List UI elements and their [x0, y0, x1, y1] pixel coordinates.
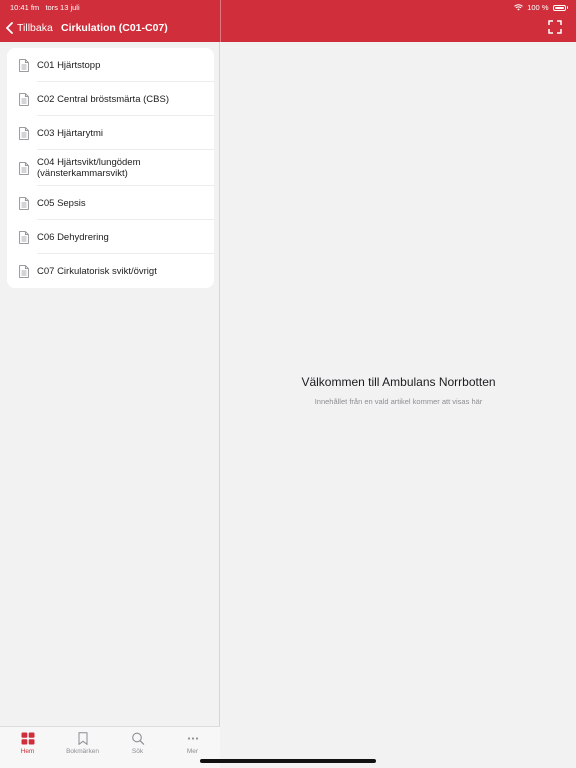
chevron-left-icon	[6, 22, 13, 34]
tab-grid[interactable]: Hem	[0, 727, 55, 768]
welcome-title: Välkommen till Ambulans Norrbotten	[301, 375, 496, 389]
list-item-label: C02 Central bröstsmärta (CBS)	[37, 93, 169, 105]
list-item-label: C07 Cirkulatorisk svikt/övrigt	[37, 265, 157, 277]
sidebar: C01 Hjärtstopp C02 Central bröstsmärta (C…	[0, 42, 220, 768]
document-icon	[19, 230, 29, 244]
document-icon	[19, 196, 29, 210]
battery-percent: 100 %	[527, 3, 549, 12]
home-indicator[interactable]	[200, 759, 376, 763]
list-item-label: C06 Dehydrering	[37, 231, 109, 243]
document-icon	[19, 161, 29, 175]
list-item[interactable]: C07 Cirkulatorisk svikt/övrigt	[7, 254, 214, 288]
bookmark-icon	[76, 732, 90, 748]
page-title: Cirkulation (C01-C07)	[61, 22, 168, 34]
list-item-label: C01 Hjärtstopp	[37, 59, 101, 71]
list-item[interactable]: C04 Hjärtsvikt/lungödem (vänsterkammarsv…	[7, 150, 214, 186]
list-item-label: C05 Sepsis	[37, 197, 86, 209]
status-date-text: tors 13 juli	[45, 3, 80, 12]
list-item[interactable]: C02 Central bröstsmärta (CBS)	[7, 82, 214, 116]
document-icon	[19, 92, 29, 106]
welcome-subtitle: Innehållet från en vald artikel kommer a…	[314, 397, 483, 406]
back-label: Tillbaka	[17, 22, 53, 34]
tab-label: Bokmärken	[66, 748, 99, 755]
tab-bookmark[interactable]: Bokmärken	[55, 727, 110, 768]
fullscreen-icon	[548, 20, 562, 34]
list-item[interactable]: C06 Dehydrering	[7, 220, 214, 254]
tab-bar: Hem Bokmärken Sök Mer	[0, 726, 220, 768]
document-icon	[19, 126, 29, 140]
tab-search[interactable]: Sök	[110, 727, 165, 768]
document-icon	[19, 264, 29, 278]
list-item[interactable]: C01 Hjärtstopp	[7, 48, 214, 82]
grid-icon	[21, 732, 35, 748]
battery-tip	[566, 6, 568, 9]
detail-pane: Välkommen till Ambulans Norrbotten Inneh…	[221, 42, 576, 768]
list-item-label: C04 Hjärtsvikt/lungödem (vänsterkammarsv…	[37, 157, 141, 179]
header-divider	[220, 0, 221, 42]
header-bar: 10:41 fm tors 13 juli 100 % Tillbaka Cir…	[0, 0, 576, 42]
more-icon	[186, 732, 200, 748]
article-list: C01 Hjärtstopp C02 Central bröstsmärta (C…	[7, 48, 214, 288]
document-icon	[19, 58, 29, 72]
tab-label: Mer	[186, 748, 199, 755]
status-time: 10:41 fm tors 13 juli	[10, 3, 80, 12]
status-indicators: 100 %	[514, 3, 568, 12]
battery-icon	[552, 4, 566, 11]
list-item[interactable]: C03 Hjärtarytmi	[7, 116, 214, 150]
wifi-icon	[514, 4, 524, 11]
tab-label: Hem	[20, 748, 35, 755]
tab-label: Sök	[131, 748, 144, 755]
list-item[interactable]: C05 Sepsis	[7, 186, 214, 220]
expand-button[interactable]	[548, 20, 562, 34]
back-button[interactable]: Tillbaka	[6, 20, 53, 36]
list-item-label: C03 Hjärtarytmi	[37, 127, 103, 139]
status-time-text: 10:41 fm	[10, 3, 40, 12]
search-icon	[131, 732, 145, 748]
